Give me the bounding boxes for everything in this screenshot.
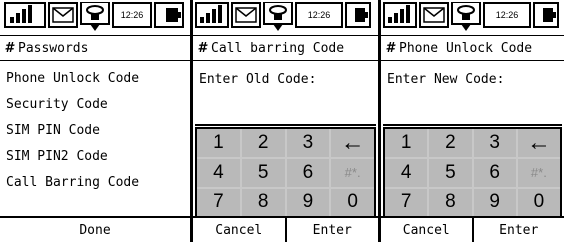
message-icon [419, 2, 449, 28]
key-9[interactable]: 9 [286, 188, 330, 216]
enter-button[interactable]: Enter [471, 218, 564, 242]
key-1[interactable]: 1 [385, 129, 428, 157]
key-7[interactable]: 7 [197, 188, 240, 216]
password-list: Phone Unlock Code Security Code SIM PIN … [0, 66, 190, 196]
backspace-key[interactable]: ← [331, 129, 374, 157]
status-bar: 12:26 [0, 0, 190, 33]
keypad: 1 2 3 ← 4 5 6 #*. 7 8 9 0 [195, 127, 376, 218]
key-3[interactable]: 3 [473, 129, 516, 157]
cancel-button[interactable]: Cancel [381, 218, 472, 242]
key-icon: # [385, 40, 395, 56]
key-5[interactable]: 5 [429, 159, 472, 187]
key-2[interactable]: 2 [429, 129, 472, 157]
key-6[interactable]: 6 [286, 159, 330, 187]
key-4[interactable]: 4 [385, 159, 428, 187]
page-title: # Call barring Code [193, 35, 378, 61]
phone-unlock-screen: 12:26 # Phone Unlock Code Enter New Code… [381, 0, 564, 242]
key-3[interactable]: 3 [286, 129, 330, 157]
signal-icon [4, 2, 46, 28]
battery-icon [345, 2, 371, 28]
battery-icon [533, 2, 559, 28]
message-icon [48, 2, 78, 28]
call-barring-screen: 12:26 # Call barring Code Enter Old Code… [193, 0, 378, 242]
signal-icon [195, 2, 229, 28]
new-code-input[interactable] [383, 96, 562, 126]
message-icon [231, 2, 261, 28]
key-8[interactable]: 8 [429, 188, 472, 216]
list-item-security[interactable]: Security Code [0, 92, 190, 118]
page-title: # Phone Unlock Code [381, 35, 564, 61]
key-8[interactable]: 8 [241, 188, 285, 216]
clock: 12:26 [483, 2, 531, 28]
list-item-call-barring[interactable]: Call Barring Code [0, 170, 190, 196]
entry-prompt: Enter New Code: [387, 72, 505, 87]
key-icon: # [4, 40, 14, 56]
done-button[interactable]: Done [0, 218, 190, 242]
softkey-bar: Done [0, 216, 190, 242]
entry-prompt: Enter Old Code: [199, 72, 317, 87]
passwords-screen: 12:26 # Passwords Phone Unlock Code Secu… [0, 0, 190, 242]
softkey-bar: Cancel Enter [381, 216, 564, 242]
key-9[interactable]: 9 [473, 188, 516, 216]
key-6[interactable]: 6 [473, 159, 516, 187]
list-item-sim-pin2[interactable]: SIM PIN2 Code [0, 144, 190, 170]
list-item-sim-pin[interactable]: SIM PIN Code [0, 118, 190, 144]
enter-button[interactable]: Enter [284, 218, 379, 242]
status-bar: 12:26 [193, 0, 378, 33]
clock: 12:26 [112, 2, 152, 28]
key-0[interactable]: 0 [517, 188, 560, 216]
signal-icon [383, 2, 417, 28]
key-0[interactable]: 0 [331, 188, 374, 216]
key-4[interactable]: 4 [197, 159, 240, 187]
key-5[interactable]: 5 [241, 159, 285, 187]
key-1[interactable]: 1 [197, 129, 240, 157]
clock: 12:26 [295, 2, 343, 28]
key-icon: # [197, 40, 207, 56]
page-title: # Passwords [0, 35, 190, 61]
phone-icon [451, 2, 481, 31]
old-code-input[interactable] [195, 96, 376, 126]
phone-icon [80, 2, 110, 31]
symbols-key[interactable]: #*. [331, 159, 374, 187]
backspace-key[interactable]: ← [517, 129, 560, 157]
cancel-button[interactable]: Cancel [193, 218, 285, 242]
battery-icon [154, 2, 184, 28]
list-item-phone-unlock[interactable]: Phone Unlock Code [0, 66, 190, 92]
keypad: 1 2 3 ← 4 5 6 #*. 7 8 9 0 [383, 127, 562, 218]
softkey-bar: Cancel Enter [193, 216, 378, 242]
status-bar: 12:26 [381, 0, 564, 33]
key-7[interactable]: 7 [385, 188, 428, 216]
key-2[interactable]: 2 [241, 129, 285, 157]
symbols-key[interactable]: #*. [517, 159, 560, 187]
phone-icon [263, 2, 293, 31]
